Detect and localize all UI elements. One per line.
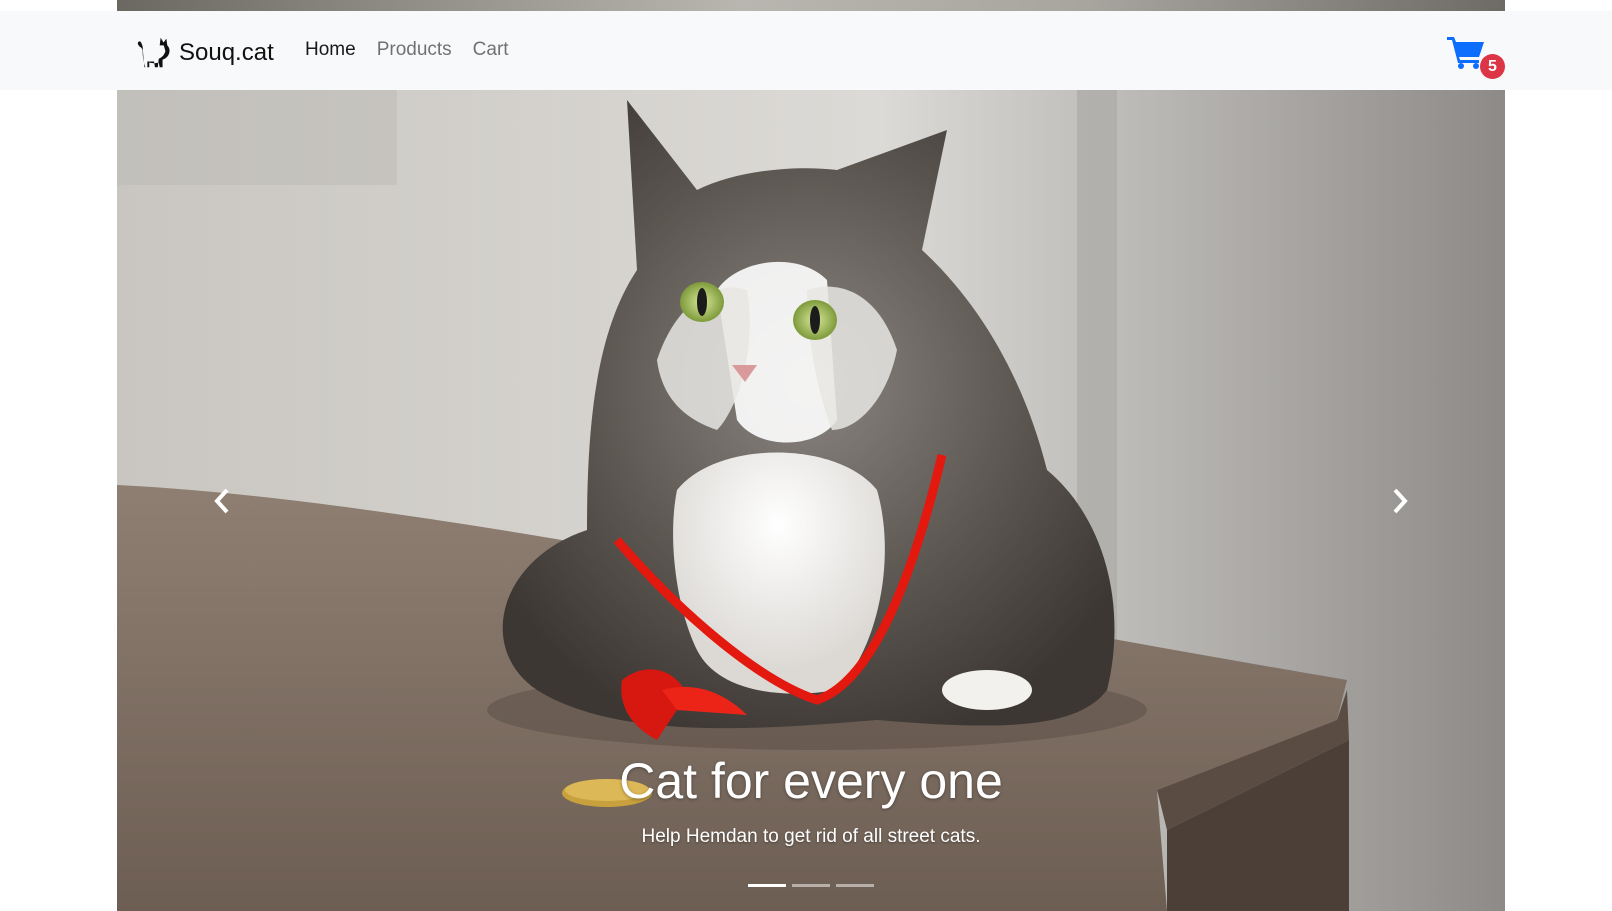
chevron-left-icon <box>214 488 229 513</box>
main-nav: Home Products Cart <box>305 39 509 61</box>
cat-silhouette-icon <box>137 37 170 68</box>
carousel-indicator-2[interactable] <box>792 884 830 887</box>
carousel-indicator-1[interactable] <box>748 884 786 887</box>
top-navbar: Souq.cat Home Products Cart 5 <box>0 11 1612 90</box>
carousel-caption-title: Cat for every one <box>619 753 1003 809</box>
cart-button[interactable]: 5 <box>1446 31 1506 79</box>
nav-item-products[interactable]: Products <box>377 39 452 61</box>
carousel-caption-subtitle: Help Hemdan to get rid of all street cat… <box>641 826 981 847</box>
brand-link[interactable]: Souq.cat <box>135 33 274 73</box>
nav-item-cart[interactable]: Cart <box>473 39 509 61</box>
brand-name: Souq.cat <box>179 39 274 66</box>
cart-count-badge: 5 <box>1480 54 1505 79</box>
chevron-right-icon <box>1393 488 1408 513</box>
hero-carousel: Cat for every one Help Hemdan to get rid… <box>117 90 1505 911</box>
previous-content-strip <box>117 0 1505 11</box>
nav-item-home[interactable]: Home <box>305 39 356 61</box>
carousel-indicators <box>117 884 1505 887</box>
carousel-indicator-3[interactable] <box>836 884 874 887</box>
